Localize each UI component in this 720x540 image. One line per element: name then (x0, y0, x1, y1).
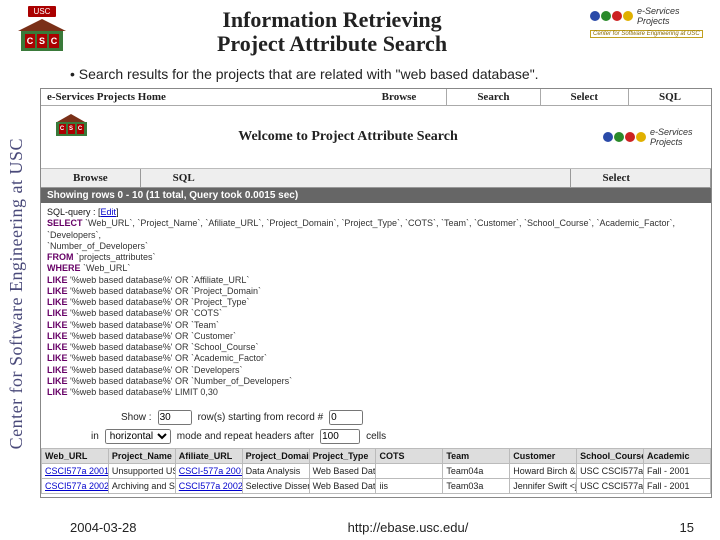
col-project_name[interactable]: Project_Name (108, 449, 175, 464)
repeat-label: mode and repeat headers after (177, 431, 314, 442)
csci-letter: S (37, 34, 47, 48)
footer-url: http://ebase.usc.edu/ (348, 520, 469, 535)
pagination-controls: Show : row(s) starting from record # (41, 406, 711, 429)
top-nav: e-Services Projects Home Browse Search S… (41, 89, 711, 106)
repeat-input[interactable] (320, 429, 360, 444)
col-academic[interactable]: Academic (644, 449, 711, 464)
browser-screenshot: e-Services Projects Home Browse Search S… (40, 88, 712, 498)
usc-tag: USC (28, 6, 57, 17)
vertical-organization-label: Center for Software Engineering at USC (0, 64, 32, 524)
tab-row: Browse SQL Select (41, 169, 711, 188)
eservices-subtitle: Center for Software Engineering at USC (590, 30, 703, 38)
starting-input[interactable] (329, 410, 363, 425)
tab-sql[interactable]: SQL (141, 169, 571, 187)
mode-label: in (91, 431, 99, 442)
footer-date: 2004-03-28 (70, 520, 137, 535)
eservices-logo-inline: e-Services Projects (603, 127, 703, 147)
col-project_type[interactable]: Project_Type (309, 449, 376, 464)
col-team[interactable]: Team (443, 449, 510, 464)
csci-mini-logo: C S C (49, 112, 93, 162)
cells-label: cells (366, 431, 386, 442)
show-input[interactable] (158, 410, 192, 425)
status-bar: Showing rows 0 - 10 (11 total, Query too… (41, 188, 711, 203)
welcome-heading: Welcome to Project Attribute Search (93, 129, 603, 145)
results-table: Web_URLProject_NameAfiliate_URLProject_D… (41, 448, 711, 494)
starting-label: row(s) starting from record # (198, 412, 324, 423)
nav-select[interactable]: Select (541, 89, 628, 105)
slide-title: Information Retrieving Project Attribute… (74, 6, 590, 56)
slide-footer: 2004-03-28 http://ebase.usc.edu/ 15 (0, 518, 720, 536)
show-label: Show : (121, 412, 152, 423)
csci-letter: C (49, 34, 59, 48)
footer-page: 15 (680, 520, 694, 535)
eservices-brand: e-Services Projects (637, 6, 710, 26)
nav-sql[interactable]: SQL (629, 89, 711, 105)
csci-logo: USC C S C (10, 6, 74, 56)
col-school_course[interactable]: School_Course (577, 449, 644, 464)
tab-select[interactable]: Select (571, 169, 711, 187)
bullet-text: Search results for the projects that are… (70, 66, 712, 82)
col-project_domain[interactable]: Project_Domain (242, 449, 309, 464)
sql-block: SQL-query : [Edit] SELECT SELECT `Web_UR… (41, 203, 711, 406)
edit-sql-link[interactable]: Edit (101, 207, 117, 217)
table-row: CSCI577a 2001 team04aUnsupported USC UNI… (42, 464, 711, 479)
col-web_url[interactable]: Web_URL (42, 449, 109, 464)
table-row: CSCI577a 2002 team03aArchiving and Selec… (42, 479, 711, 494)
csci-letter: C (25, 34, 35, 48)
col-cots[interactable]: COTS (376, 449, 443, 464)
mode-select[interactable]: horizontal (105, 429, 171, 444)
nav-browse[interactable]: Browse (352, 89, 447, 105)
eservices-logo: e-Services Projects Center for Software … (590, 6, 710, 38)
nav-search[interactable]: Search (447, 89, 539, 105)
home-link[interactable]: e-Services Projects Home (41, 89, 172, 105)
col-customer[interactable]: Customer (510, 449, 577, 464)
tab-browse[interactable]: Browse (41, 169, 141, 187)
col-afiliate_url[interactable]: Afiliate_URL (175, 449, 242, 464)
